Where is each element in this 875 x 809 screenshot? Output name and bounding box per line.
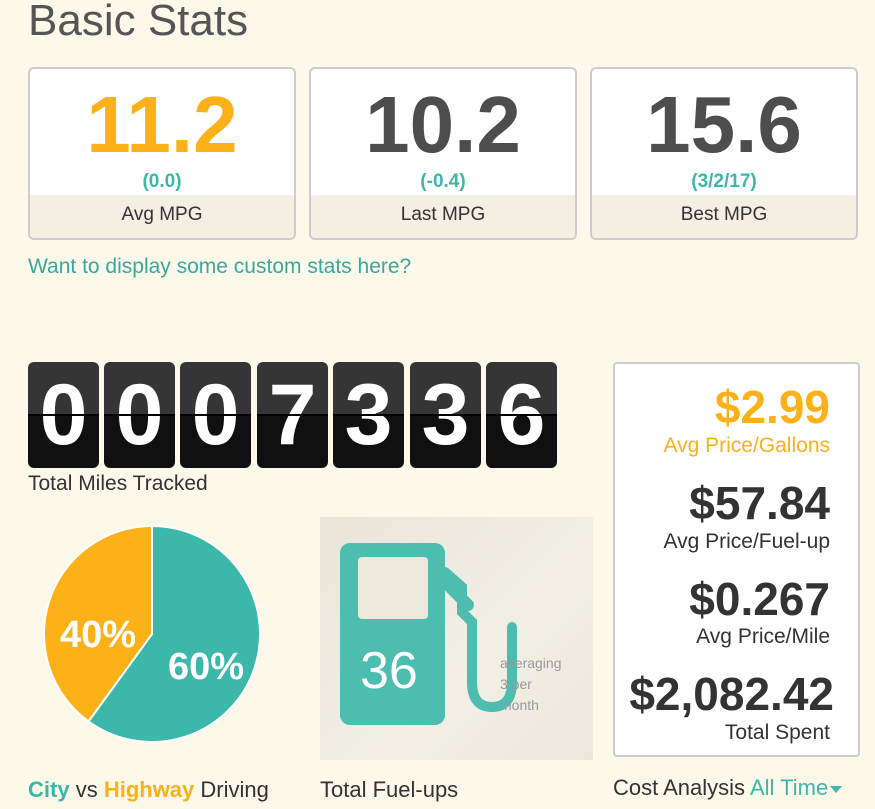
- fuelups-label: Total Fuel-ups: [320, 777, 459, 802]
- fuelups-count: 36: [360, 642, 418, 700]
- total-miles-label: Total Miles Tracked: [28, 472, 208, 495]
- cost-analysis-label: Cost Analysis: [613, 775, 746, 800]
- city-legend: City: [28, 777, 70, 802]
- odometer-digit: 0: [28, 362, 99, 468]
- last-mpg-delta: (-0.4): [420, 171, 466, 192]
- driving-word: Driving: [200, 777, 269, 802]
- avg-mpg-card: 11.2 (0.0) Avg MPG: [28, 67, 296, 240]
- fuel-pump-icon: [340, 543, 517, 725]
- fuelups-panel: [320, 517, 593, 760]
- total-spent-label: Total Spent: [724, 721, 830, 744]
- avg-mpg-delta: (0.0): [142, 171, 182, 192]
- driving-chart-label: City vs Highway Driving: [28, 777, 269, 803]
- highway-percent-label: 40%: [60, 614, 136, 656]
- avg-price-mile-label: Avg Price/Mile: [696, 625, 830, 648]
- page-title: Basic Stats: [28, 0, 249, 45]
- avg-price-mile-value: $0.267: [689, 573, 830, 625]
- last-mpg-label: Last MPG: [311, 195, 575, 238]
- odometer-digit: 0: [104, 362, 175, 468]
- vs-word: vs: [75, 777, 98, 802]
- best-mpg-label: Best MPG: [592, 195, 856, 238]
- cost-analysis-panel: $2.99 Avg Price/Gallons $57.84 Avg Price…: [613, 362, 860, 757]
- avg-price-gallon-label: Avg Price/Gallons: [663, 434, 830, 457]
- avg-price-gallon-value: $2.99: [714, 381, 830, 433]
- last-mpg-card: 10.2 (-0.4) Last MPG: [309, 67, 577, 240]
- chevron-down-icon: [830, 785, 843, 793]
- total-spent-value: $2,082.42: [629, 668, 834, 720]
- fuelups-average: averaging 3 per month: [500, 655, 562, 713]
- odometer-digit: 3: [410, 362, 481, 468]
- highway-legend: Highway: [103, 777, 195, 802]
- odometer-digit: 0: [180, 362, 251, 468]
- avg-mpg-value: 11.2: [86, 80, 238, 169]
- city-percent-label: 60%: [168, 646, 244, 688]
- driving-pie-chart: 60% 40%: [42, 524, 262, 749]
- cost-analysis-footer: Cost Analysis All Time: [613, 775, 843, 801]
- odometer-digit: 7: [257, 362, 328, 468]
- odometer-digit: 6: [486, 362, 557, 468]
- avg-price-fuelup-value: $57.84: [689, 477, 830, 529]
- last-mpg-value: 10.2: [365, 80, 521, 169]
- best-mpg-card: 15.6 (3/2/17) Best MPG: [590, 67, 858, 240]
- custom-stats-link[interactable]: Want to display some custom stats here?: [28, 255, 411, 279]
- best-mpg-date: (3/2/17): [691, 171, 757, 192]
- avg-price-fuelup-label: Avg Price/Fuel-up: [663, 530, 830, 553]
- odometer-digit: 3: [333, 362, 404, 468]
- best-mpg-value: 15.6: [646, 80, 802, 169]
- time-range-dropdown[interactable]: All Time: [750, 775, 843, 800]
- avg-mpg-label: Avg MPG: [30, 195, 294, 238]
